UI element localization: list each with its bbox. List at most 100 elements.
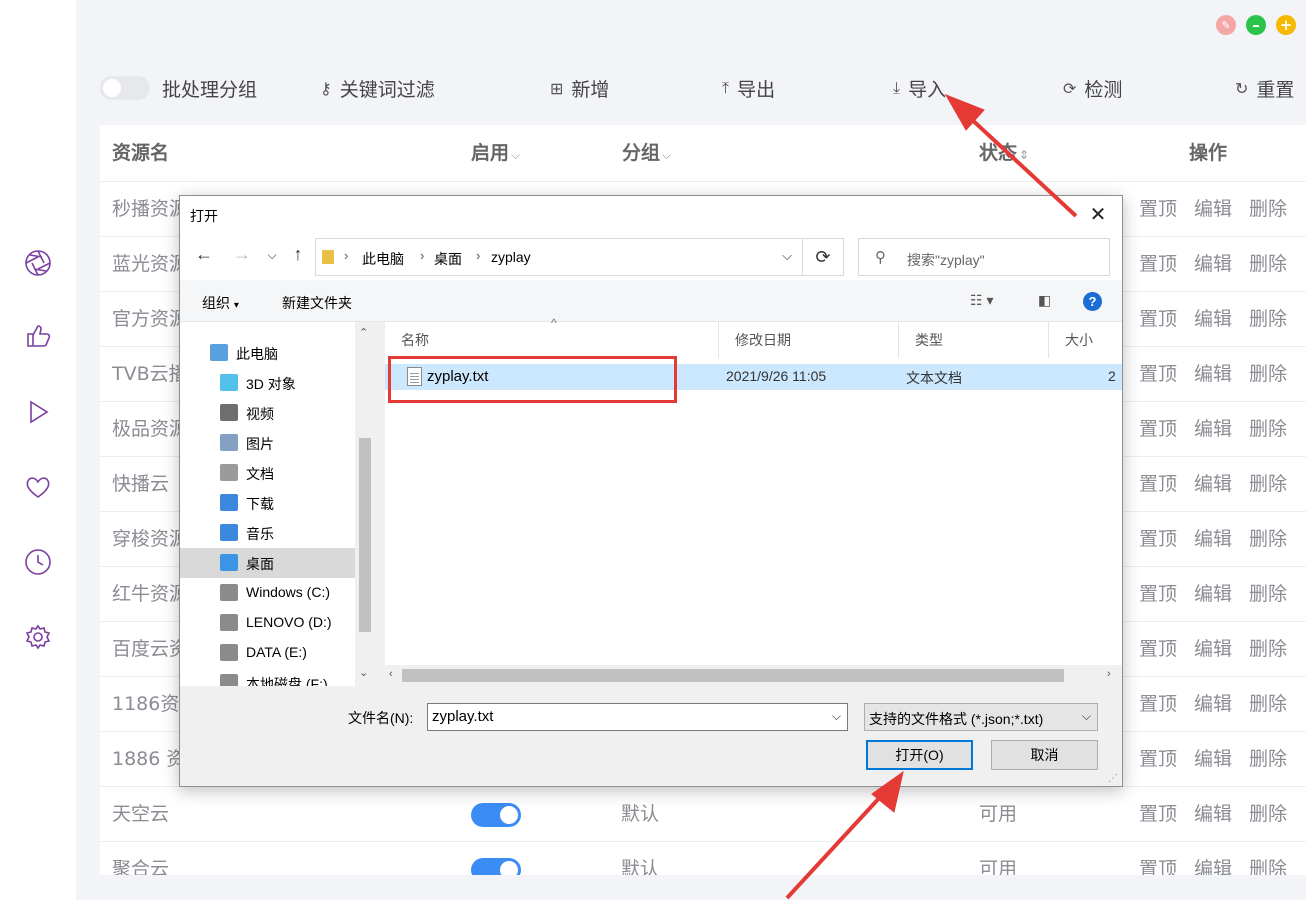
- nav-item[interactable]: 本地磁盘 (F:): [180, 668, 355, 686]
- recent-chevron-icon[interactable]: ⌵: [260, 248, 284, 263]
- pin-top-link[interactable]: 置顶: [1139, 237, 1177, 292]
- pin-top-link[interactable]: 置顶: [1139, 347, 1177, 402]
- scroll-down-icon[interactable]: ⌄: [359, 666, 368, 679]
- delete-link[interactable]: 删除: [1249, 457, 1287, 512]
- enable-switch[interactable]: [471, 858, 521, 875]
- pin-top-link[interactable]: 置顶: [1139, 622, 1177, 677]
- search-input[interactable]: ⚲ 搜索"zyplay": [858, 238, 1110, 276]
- clock-icon[interactable]: [22, 546, 54, 578]
- pin-top-link[interactable]: 置顶: [1139, 677, 1177, 732]
- breadcrumb-zyplay[interactable]: zyplay: [491, 249, 531, 265]
- column-type[interactable]: 类型: [899, 322, 1049, 358]
- import-button[interactable]: ⤓ 导入: [893, 70, 946, 106]
- nav-item[interactable]: Windows (C:): [180, 578, 355, 608]
- nav-item[interactable]: LENOVO (D:): [180, 608, 355, 638]
- edit-link[interactable]: 编辑: [1194, 347, 1232, 402]
- nav-item[interactable]: 音乐: [180, 518, 355, 548]
- pin-top-link[interactable]: 置顶: [1139, 457, 1177, 512]
- delete-link[interactable]: 删除: [1249, 622, 1287, 677]
- thumbs-up-icon[interactable]: [22, 320, 54, 352]
- scroll-left-icon[interactable]: ‹: [389, 668, 393, 680]
- header-status[interactable]: 状态 ⇕: [979, 125, 1029, 182]
- horizontal-scrollbar[interactable]: ‹ ›: [385, 665, 1122, 686]
- scroll-up-icon[interactable]: ⌃: [359, 326, 368, 339]
- aperture-icon[interactable]: [22, 247, 54, 279]
- delete-link[interactable]: 删除: [1249, 347, 1287, 402]
- delete-link[interactable]: 删除: [1249, 237, 1287, 292]
- new-folder-button[interactable]: 新建文件夹: [282, 293, 352, 313]
- pin-top-link[interactable]: 置顶: [1139, 512, 1177, 567]
- nav-item[interactable]: 此电脑: [180, 338, 355, 368]
- keyword-filter-button[interactable]: ⚷ 关键词过滤: [320, 70, 435, 106]
- edit-link[interactable]: 编辑: [1194, 567, 1232, 622]
- edit-link[interactable]: 编辑: [1194, 292, 1232, 347]
- delete-link[interactable]: 删除: [1249, 732, 1287, 787]
- open-button[interactable]: 打开(O): [866, 740, 973, 770]
- forward-arrow-icon[interactable]: →: [230, 244, 254, 265]
- enable-switch[interactable]: [471, 803, 521, 827]
- address-dropdown-icon[interactable]: ⌵: [782, 248, 792, 264]
- nav-scrollbar[interactable]: ⌃ ⌄: [355, 322, 375, 686]
- minimize-window-button[interactable]: –: [1246, 15, 1266, 35]
- organize-button[interactable]: 组织 ▾: [202, 293, 239, 313]
- add-button[interactable]: ⊞ 新增: [550, 70, 609, 106]
- delete-link[interactable]: 删除: [1249, 787, 1287, 842]
- edit-link[interactable]: 编辑: [1194, 842, 1232, 875]
- cancel-button[interactable]: 取消: [991, 740, 1098, 770]
- edit-link[interactable]: 编辑: [1194, 787, 1232, 842]
- edit-link[interactable]: 编辑: [1194, 622, 1232, 677]
- edit-link[interactable]: 编辑: [1194, 457, 1232, 512]
- batch-group-toggle[interactable]: 批处理分组: [100, 70, 257, 106]
- edit-link[interactable]: 编辑: [1194, 512, 1232, 567]
- edit-link[interactable]: 编辑: [1194, 402, 1232, 457]
- pin-top-link[interactable]: 置顶: [1139, 292, 1177, 347]
- column-modified[interactable]: 修改日期: [719, 322, 899, 358]
- view-options-icon[interactable]: ☷ ▾: [970, 292, 993, 309]
- delete-link[interactable]: 删除: [1249, 567, 1287, 622]
- delete-link[interactable]: 删除: [1249, 292, 1287, 347]
- help-icon[interactable]: ?: [1083, 292, 1102, 311]
- nav-item[interactable]: 桌面: [180, 548, 355, 578]
- heart-icon[interactable]: [22, 471, 54, 503]
- resize-grip-icon[interactable]: ⋰: [1108, 773, 1118, 784]
- nav-item[interactable]: 图片: [180, 428, 355, 458]
- filename-field[interactable]: ⌵: [427, 703, 848, 731]
- pin-top-link[interactable]: 置顶: [1139, 567, 1177, 622]
- pin-top-link[interactable]: 置顶: [1139, 787, 1177, 842]
- check-button[interactable]: ⟳ 检测: [1063, 70, 1122, 106]
- nav-item[interactable]: DATA (E:): [180, 638, 355, 668]
- preview-pane-icon[interactable]: ◧: [1038, 292, 1051, 309]
- edit-link[interactable]: 编辑: [1194, 237, 1232, 292]
- pin-top-link[interactable]: 置顶: [1139, 402, 1177, 457]
- up-arrow-icon[interactable]: ↑: [286, 244, 310, 265]
- nav-item[interactable]: 3D 对象: [180, 368, 355, 398]
- pin-top-link[interactable]: 置顶: [1139, 732, 1177, 787]
- header-group[interactable]: 分组 ⌵: [622, 125, 671, 182]
- pin-window-button[interactable]: ✎: [1216, 15, 1236, 35]
- export-button[interactable]: ⤒ 导出: [722, 70, 775, 106]
- edit-link[interactable]: 编辑: [1194, 677, 1232, 732]
- header-enabled[interactable]: 启用 ⌵: [471, 125, 520, 182]
- close-icon[interactable]: ✕: [1086, 202, 1110, 227]
- filetype-select[interactable]: 支持的文件格式 (*.json;*.txt) ⌵: [864, 703, 1098, 731]
- delete-link[interactable]: 删除: [1249, 677, 1287, 732]
- nav-item[interactable]: 文档: [180, 458, 355, 488]
- delete-link[interactable]: 删除: [1249, 842, 1287, 875]
- horizontal-scroll-thumb[interactable]: [402, 669, 1064, 682]
- edit-link[interactable]: 编辑: [1194, 182, 1232, 237]
- refresh-button[interactable]: ⟳: [802, 238, 844, 276]
- maximize-window-button[interactable]: +: [1276, 15, 1296, 35]
- filename-input[interactable]: [432, 708, 812, 725]
- scroll-right-icon[interactable]: ›: [1107, 668, 1111, 680]
- nav-item[interactable]: 视频: [180, 398, 355, 428]
- chevron-down-icon[interactable]: ⌵: [832, 709, 841, 724]
- delete-link[interactable]: 删除: [1249, 512, 1287, 567]
- address-bar[interactable]: › 此电脑 › 桌面 › zyplay ⌵: [315, 238, 803, 276]
- edit-link[interactable]: 编辑: [1194, 732, 1232, 787]
- column-size[interactable]: 大小: [1049, 322, 1122, 358]
- delete-link[interactable]: 删除: [1249, 402, 1287, 457]
- back-arrow-icon[interactable]: ←: [192, 244, 216, 265]
- pin-top-link[interactable]: 置顶: [1139, 182, 1177, 237]
- gear-icon[interactable]: [22, 621, 54, 653]
- nav-item[interactable]: 下载: [180, 488, 355, 518]
